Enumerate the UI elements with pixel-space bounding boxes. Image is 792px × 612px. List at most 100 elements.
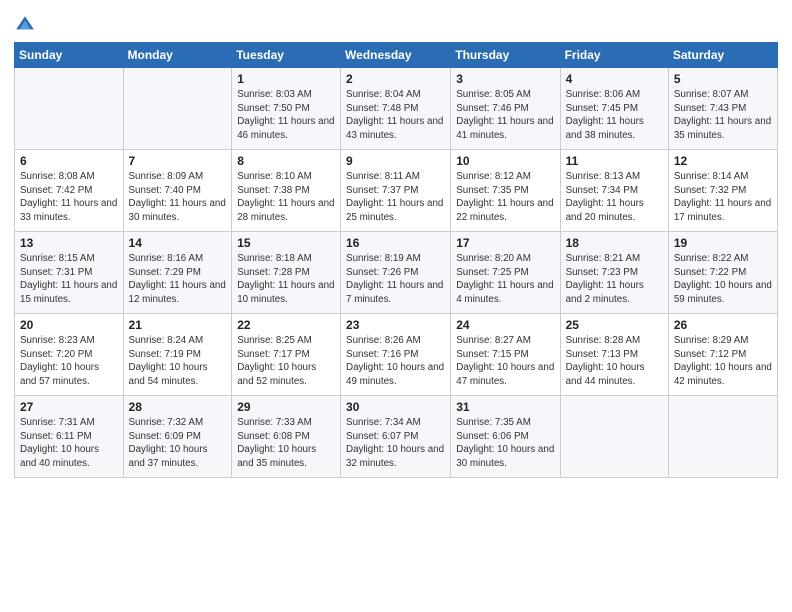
day-number: 11 bbox=[566, 154, 663, 168]
day-number: 7 bbox=[129, 154, 227, 168]
day-number: 16 bbox=[346, 236, 445, 250]
day-cell: 30 Sunrise: 7:34 AM Sunset: 6:07 PM Dayli… bbox=[341, 396, 451, 478]
day-cell: 7 Sunrise: 8:09 AM Sunset: 7:40 PM Daylig… bbox=[123, 150, 232, 232]
day-info: Sunrise: 8:22 AM Sunset: 7:22 PM Dayligh… bbox=[674, 252, 772, 307]
day-number: 22 bbox=[237, 318, 335, 332]
logo-icon bbox=[14, 14, 36, 36]
day-cell: 21 Sunrise: 8:24 AM Sunset: 7:19 PM Dayli… bbox=[123, 314, 232, 396]
day-info: Sunrise: 8:09 AM Sunset: 7:40 PM Dayligh… bbox=[129, 170, 227, 225]
day-info: Sunrise: 8:23 AM Sunset: 7:20 PM Dayligh… bbox=[20, 334, 118, 389]
day-info: Sunrise: 8:25 AM Sunset: 7:17 PM Dayligh… bbox=[237, 334, 335, 389]
day-cell bbox=[123, 68, 232, 150]
day-number: 27 bbox=[20, 400, 118, 414]
day-info: Sunrise: 8:18 AM Sunset: 7:28 PM Dayligh… bbox=[237, 252, 335, 307]
day-info: Sunrise: 8:12 AM Sunset: 7:35 PM Dayligh… bbox=[456, 170, 554, 225]
day-info: Sunrise: 8:24 AM Sunset: 7:19 PM Dayligh… bbox=[129, 334, 227, 389]
day-number: 28 bbox=[129, 400, 227, 414]
day-number: 6 bbox=[20, 154, 118, 168]
header-day-thursday: Thursday bbox=[451, 43, 560, 68]
day-cell: 11 Sunrise: 8:13 AM Sunset: 7:34 PM Dayli… bbox=[560, 150, 668, 232]
day-cell: 29 Sunrise: 7:33 AM Sunset: 6:08 PM Dayli… bbox=[232, 396, 341, 478]
day-info: Sunrise: 8:03 AM Sunset: 7:50 PM Dayligh… bbox=[237, 88, 335, 143]
day-info: Sunrise: 8:16 AM Sunset: 7:29 PM Dayligh… bbox=[129, 252, 227, 307]
day-number: 12 bbox=[674, 154, 772, 168]
day-info: Sunrise: 8:28 AM Sunset: 7:13 PM Dayligh… bbox=[566, 334, 663, 389]
calendar-table: SundayMondayTuesdayWednesdayThursdayFrid… bbox=[14, 42, 778, 478]
header bbox=[14, 10, 778, 36]
week-row-2: 6 Sunrise: 8:08 AM Sunset: 7:42 PM Daylig… bbox=[15, 150, 778, 232]
day-cell: 26Sunrise: 8:29 AM Sunset: 7:12 PM Dayli… bbox=[668, 314, 777, 396]
day-info: Sunrise: 8:21 AM Sunset: 7:23 PM Dayligh… bbox=[566, 252, 663, 307]
day-info: Sunrise: 8:20 AM Sunset: 7:25 PM Dayligh… bbox=[456, 252, 554, 307]
day-info: Sunrise: 8:04 AM Sunset: 7:48 PM Dayligh… bbox=[346, 88, 445, 143]
header-day-saturday: Saturday bbox=[668, 43, 777, 68]
day-number: 2 bbox=[346, 72, 445, 86]
day-info: Sunrise: 8:19 AM Sunset: 7:26 PM Dayligh… bbox=[346, 252, 445, 307]
day-number: 15 bbox=[237, 236, 335, 250]
day-cell: 20 Sunrise: 8:23 AM Sunset: 7:20 PM Dayli… bbox=[15, 314, 124, 396]
day-number: 31 bbox=[456, 400, 554, 414]
day-cell: 16 Sunrise: 8:19 AM Sunset: 7:26 PM Dayli… bbox=[341, 232, 451, 314]
header-day-sunday: Sunday bbox=[15, 43, 124, 68]
day-cell: 18 Sunrise: 8:21 AM Sunset: 7:23 PM Dayli… bbox=[560, 232, 668, 314]
day-number: 5 bbox=[674, 72, 772, 86]
day-info: Sunrise: 8:26 AM Sunset: 7:16 PM Dayligh… bbox=[346, 334, 445, 389]
day-number: 1 bbox=[237, 72, 335, 86]
week-row-3: 13Sunrise: 8:15 AM Sunset: 7:31 PM Dayli… bbox=[15, 232, 778, 314]
day-cell: 31Sunrise: 7:35 AM Sunset: 6:06 PM Dayli… bbox=[451, 396, 560, 478]
day-number: 10 bbox=[456, 154, 554, 168]
day-cell: 9 Sunrise: 8:11 AM Sunset: 7:37 PM Daylig… bbox=[341, 150, 451, 232]
header-day-wednesday: Wednesday bbox=[341, 43, 451, 68]
day-cell: 1 Sunrise: 8:03 AM Sunset: 7:50 PM Daylig… bbox=[232, 68, 341, 150]
header-day-friday: Friday bbox=[560, 43, 668, 68]
day-cell bbox=[668, 396, 777, 478]
day-cell: 4Sunrise: 8:06 AM Sunset: 7:45 PM Daylig… bbox=[560, 68, 668, 150]
day-number: 23 bbox=[346, 318, 445, 332]
day-number: 30 bbox=[346, 400, 445, 414]
day-number: 8 bbox=[237, 154, 335, 168]
day-info: Sunrise: 8:14 AM Sunset: 7:32 PM Dayligh… bbox=[674, 170, 772, 225]
day-info: Sunrise: 8:08 AM Sunset: 7:42 PM Dayligh… bbox=[20, 170, 118, 225]
day-number: 29 bbox=[237, 400, 335, 414]
day-info: Sunrise: 8:29 AM Sunset: 7:12 PM Dayligh… bbox=[674, 334, 772, 389]
day-cell bbox=[560, 396, 668, 478]
day-cell: 13Sunrise: 8:15 AM Sunset: 7:31 PM Dayli… bbox=[15, 232, 124, 314]
day-cell: 2 Sunrise: 8:04 AM Sunset: 7:48 PM Daylig… bbox=[341, 68, 451, 150]
week-row-5: 27Sunrise: 7:31 AM Sunset: 6:11 PM Dayli… bbox=[15, 396, 778, 478]
day-info: Sunrise: 7:33 AM Sunset: 6:08 PM Dayligh… bbox=[237, 416, 335, 471]
day-cell: 17 Sunrise: 8:20 AM Sunset: 7:25 PM Dayli… bbox=[451, 232, 560, 314]
day-number: 17 bbox=[456, 236, 554, 250]
day-cell: 19 Sunrise: 8:22 AM Sunset: 7:22 PM Dayli… bbox=[668, 232, 777, 314]
day-number: 19 bbox=[674, 236, 772, 250]
day-cell bbox=[15, 68, 124, 150]
day-number: 4 bbox=[566, 72, 663, 86]
header-day-monday: Monday bbox=[123, 43, 232, 68]
day-cell: 28 Sunrise: 7:32 AM Sunset: 6:09 PM Dayli… bbox=[123, 396, 232, 478]
day-info: Sunrise: 8:10 AM Sunset: 7:38 PM Dayligh… bbox=[237, 170, 335, 225]
week-row-4: 20 Sunrise: 8:23 AM Sunset: 7:20 PM Dayli… bbox=[15, 314, 778, 396]
day-cell: 5Sunrise: 8:07 AM Sunset: 7:43 PM Daylig… bbox=[668, 68, 777, 150]
day-number: 18 bbox=[566, 236, 663, 250]
day-info: Sunrise: 7:32 AM Sunset: 6:09 PM Dayligh… bbox=[129, 416, 227, 471]
day-cell: 22 Sunrise: 8:25 AM Sunset: 7:17 PM Dayli… bbox=[232, 314, 341, 396]
day-info: Sunrise: 8:13 AM Sunset: 7:34 PM Dayligh… bbox=[566, 170, 663, 225]
day-info: Sunrise: 7:34 AM Sunset: 6:07 PM Dayligh… bbox=[346, 416, 445, 471]
day-info: Sunrise: 8:27 AM Sunset: 7:15 PM Dayligh… bbox=[456, 334, 554, 389]
day-number: 20 bbox=[20, 318, 118, 332]
day-number: 9 bbox=[346, 154, 445, 168]
day-number: 24 bbox=[456, 318, 554, 332]
day-cell: 10 Sunrise: 8:12 AM Sunset: 7:35 PM Dayli… bbox=[451, 150, 560, 232]
day-info: Sunrise: 8:05 AM Sunset: 7:46 PM Dayligh… bbox=[456, 88, 554, 143]
day-cell: 23 Sunrise: 8:26 AM Sunset: 7:16 PM Dayli… bbox=[341, 314, 451, 396]
week-row-1: 1 Sunrise: 8:03 AM Sunset: 7:50 PM Daylig… bbox=[15, 68, 778, 150]
day-number: 13 bbox=[20, 236, 118, 250]
header-row: SundayMondayTuesdayWednesdayThursdayFrid… bbox=[15, 43, 778, 68]
logo bbox=[14, 14, 40, 36]
day-cell: 12 Sunrise: 8:14 AM Sunset: 7:32 PM Dayli… bbox=[668, 150, 777, 232]
day-cell: 15 Sunrise: 8:18 AM Sunset: 7:28 PM Dayli… bbox=[232, 232, 341, 314]
day-cell: 6 Sunrise: 8:08 AM Sunset: 7:42 PM Daylig… bbox=[15, 150, 124, 232]
day-info: Sunrise: 8:11 AM Sunset: 7:37 PM Dayligh… bbox=[346, 170, 445, 225]
day-cell: 25Sunrise: 8:28 AM Sunset: 7:13 PM Dayli… bbox=[560, 314, 668, 396]
day-number: 21 bbox=[129, 318, 227, 332]
day-cell: 14Sunrise: 8:16 AM Sunset: 7:29 PM Dayli… bbox=[123, 232, 232, 314]
